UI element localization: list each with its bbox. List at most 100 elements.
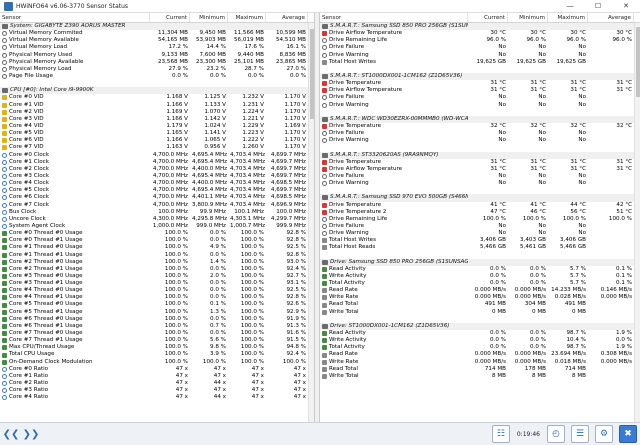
- table-row[interactable]: Core #4 Ratio 47 x 44 x 47 x 47 x: [0, 394, 314, 401]
- table-row[interactable]: Drive Failure No No No: [320, 44, 640, 51]
- table-row[interactable]: Max CPU/Thread Usage 100.0 % 9.8 % 100.0 % 9…: [0, 344, 314, 351]
- table-row[interactable]: Core #2 Ratio 47 x 44 x 47 x 47 x: [0, 380, 314, 387]
- table-row[interactable]: Core #7 Clock 4,700.0 MHz 3,800.9 MHz 4,703…: [0, 202, 314, 209]
- table-row[interactable]: Total Host Writes 19,625 GB 19,625 GB 19,62…: [320, 59, 640, 66]
- table-row[interactable]: Core #3 Ratio 47 x 47 x 47 x 47 x: [0, 387, 314, 394]
- table-row[interactable]: Read Rate 0.000 MB/s 0.000 MB/s 14.233 MB/s…: [320, 287, 640, 294]
- table-row[interactable]: Drive Temperature 31 °C 31 °C 31 °C 31 °C: [320, 159, 640, 166]
- table-row[interactable]: Core #6 Thread #0 Usage 100.0 % 0.0 % 100.0…: [0, 316, 314, 323]
- table-row[interactable]: Drive Temperature 31 °C 31 °C 31 °C 31 °C: [320, 80, 640, 87]
- table-row[interactable]: Core #0 VID 1.168 V 1.125 V 1.232 V 1.170 V: [0, 94, 314, 101]
- table-row[interactable]: Read Rate 0.000 MB/s 0.000 MB/s 23.694 MB/s…: [320, 351, 640, 358]
- table-row[interactable]: Physical Memory Used 9,133 MB 7,600 MB 9,44…: [0, 52, 314, 59]
- table-row[interactable]: Write Rate 0.000 MB/s 0.000 MB/s 0.018 MB/s…: [320, 359, 640, 366]
- close-button[interactable]: ✕: [612, 0, 640, 13]
- table-row[interactable]: Drive Airflow Temperature 30 °C 30 °C 30 °C…: [320, 30, 640, 37]
- table-row[interactable]: Virtual Memory Available 54,165 MB 53,903 …: [0, 37, 314, 44]
- back-button[interactable]: ❮❮: [2, 427, 20, 441]
- sensor-group-header[interactable]: S.M.A.R.T.: Samsung SSD 970 EVO 500GB (S…: [320, 194, 640, 202]
- col-current[interactable]: Current: [150, 13, 190, 22]
- table-row[interactable]: Core #1 Thread #1 Usage 100.0 % 0.0 % 100.0…: [0, 252, 314, 259]
- col-average[interactable]: Average: [588, 13, 634, 22]
- close-sensors-button[interactable]: ✖: [619, 425, 637, 443]
- table-row[interactable]: Total Activity 0.0 % 0.0 % 5.7 % 0.1 %: [320, 280, 640, 287]
- col-sensor[interactable]: Sensor: [320, 13, 468, 22]
- table-row[interactable]: Physical Memory Load 27.9 % 23.2 % 28.7 % 27…: [0, 66, 314, 73]
- table-row[interactable]: Core #6 VID 1.166 V 1.065 V 1.222 V 1.170 V: [0, 137, 314, 144]
- table-row[interactable]: Core #4 Thread #1 Usage 100.0 % 0.0 % 100.0…: [0, 294, 314, 301]
- table-row[interactable]: Drive Temperature 32 °C 32 °C 32 °C 32 °C: [320, 123, 640, 130]
- table-row[interactable]: Core #4 Thread #0 Usage 100.0 % 0.0 % 100.0…: [0, 287, 314, 294]
- table-row[interactable]: Drive Remaining Life 100.0 % 100.0 % 100.0 …: [320, 216, 640, 223]
- table-row[interactable]: Core #5 Thread #0 Usage 100.0 % 0.1 % 100.0…: [0, 301, 314, 308]
- table-row[interactable]: Write Activity 0.0 % 0.0 % 5.7 % 0.1 %: [320, 273, 640, 280]
- table-row[interactable]: Core #4 Clock 4,700.0 MHz 4,400.0 MHz 4,703…: [0, 180, 314, 187]
- table-row[interactable]: Core #1 Thread #0 Usage 100.0 % 4.9 % 100.0…: [0, 244, 314, 251]
- sensor-table-right[interactable]: Sensor Current Minimum Maximum Average S…: [320, 13, 640, 422]
- settings-button[interactable]: ⚙: [595, 425, 613, 443]
- sensor-table-left[interactable]: Sensor Current Minimum Maximum Average S…: [0, 13, 314, 422]
- table-row[interactable]: Core #3 VID 1.166 V 1.142 V 1.221 V 1.170 V: [0, 116, 314, 123]
- table-row[interactable]: Write Total 0 MB 0 MB 0 MB: [320, 309, 640, 316]
- col-current[interactable]: Current: [468, 13, 508, 22]
- sensor-group-header[interactable]: System: GIGABYTE Z390 AORUS MASTER: [0, 23, 314, 31]
- table-row[interactable]: Drive Warning No No No: [320, 52, 640, 59]
- table-row[interactable]: Core #5 VID 1.165 V 1.141 V 1.223 V 1.170 V: [0, 130, 314, 137]
- table-row[interactable]: Core #7 Thread #0 Usage 100.0 % 0.0 % 100.0…: [0, 330, 314, 337]
- table-row[interactable]: Core #2 Thread #0 Usage 100.0 % 1.4 % 100.0…: [0, 259, 314, 266]
- table-row[interactable]: Drive Warning No No No: [320, 102, 640, 109]
- col-sensor[interactable]: Sensor: [0, 13, 150, 22]
- table-row[interactable]: Drive Airflow Temperature 31 °C 31 °C 31 °C…: [320, 166, 640, 173]
- table-row[interactable]: Total Activity 0.0 % 0.0 % 98.7 % 1.9 %: [320, 344, 640, 351]
- table-row[interactable]: Core #0 Thread #1 Usage 100.0 % 0.0 % 100.0…: [0, 237, 314, 244]
- table-row[interactable]: Virtual Memory Load 17.2 % 14.4 % 17.6 % 16.…: [0, 44, 314, 51]
- table-row[interactable]: Drive Warning No No No: [320, 230, 640, 237]
- table-row[interactable]: Drive Failure No No No: [320, 130, 640, 137]
- table-row[interactable]: On-Demand Clock Modulation 100.0 % 100.0 %…: [0, 359, 314, 366]
- maximize-button[interactable]: ☐: [584, 0, 612, 13]
- col-maximum[interactable]: Maximum: [228, 13, 266, 22]
- table-row[interactable]: Drive Temperature 41 °C 41 °C 44 °C 42 °C: [320, 202, 640, 209]
- table-row[interactable]: Physical Memory Available 23,568 MB 23,300…: [0, 59, 314, 66]
- sensor-group-header[interactable]: Drive: Samsung SSD 850 PRO 256GB (S1SUNS…: [320, 258, 640, 266]
- sensor-group-header[interactable]: S.M.A.R.T.: ST1000DX001-1CM162 (Z1D65V36…: [320, 72, 640, 81]
- table-row[interactable]: Read Total 714 MB 178 MB 714 MB: [320, 366, 640, 373]
- table-row[interactable]: Drive Failure No No No: [320, 223, 640, 230]
- table-row[interactable]: Total CPU Usage 100.0 % 3.9 % 100.0 % 92.4 %: [0, 351, 314, 358]
- table-row[interactable]: Page File Usage 0.0 % 0.0 % 0.0 % 0.0 %: [0, 73, 314, 80]
- table-row[interactable]: System Agent Clock 1,000.0 MHz 999.0 MHz 1,…: [0, 223, 314, 230]
- table-row[interactable]: Drive Warning No No No: [320, 137, 640, 144]
- col-minimum[interactable]: Minimum: [190, 13, 228, 22]
- table-row[interactable]: Core #0 Clock 4,700.0 MHz 4,695.4 MHz 4,703…: [0, 152, 314, 159]
- scrollbar-thumb[interactable]: [636, 27, 640, 97]
- table-row[interactable]: Core #4 VID 1.179 V 1.024 V 1.229 V 1.169 V: [0, 123, 314, 130]
- table-row[interactable]: Read Activity 0.0 % 0.0 % 5.7 % 0.1 %: [320, 266, 640, 273]
- forward-button[interactable]: ❯❯: [22, 427, 40, 441]
- sensor-group-header[interactable]: CPU [#0]: Intel Core i9-9900K: [0, 87, 314, 95]
- sensor-group-header[interactable]: S.M.A.R.T.: Samsung SSD 850 PRO 256GB (S…: [320, 23, 640, 31]
- table-row[interactable]: Core #1 Ratio 47 x 47 x 47 x 47 x: [0, 373, 314, 380]
- col-average[interactable]: Average: [266, 13, 308, 22]
- table-row[interactable]: Drive Warning No No No: [320, 180, 640, 187]
- table-row[interactable]: Core #0 Ratio 47 x 47 x 47 x 47 x: [0, 366, 314, 373]
- table-row[interactable]: Drive Failure No No No: [320, 173, 640, 180]
- table-row[interactable]: Write Rate 0.000 MB/s 0.000 MB/s 0.028 MB/s…: [320, 294, 640, 301]
- table-row[interactable]: Drive Airflow Temperature 31 °C 31 °C 31 °C…: [320, 87, 640, 94]
- table-row[interactable]: Drive Failure No No No: [320, 94, 640, 101]
- table-row[interactable]: Core #6 Thread #1 Usage 100.0 % 0.7 % 100.0…: [0, 323, 314, 330]
- report-button[interactable]: ☰: [571, 425, 589, 443]
- table-row[interactable]: Write Activity 0.0 % 0.0 % 10.4 % 0.0 %: [320, 337, 640, 344]
- table-row[interactable]: Core #7 Thread #1 Usage 100.0 % 5.6 % 100.0…: [0, 337, 314, 344]
- table-row[interactable]: Read Total 491 MB 304 MB 491 MB: [320, 301, 640, 308]
- table-row[interactable]: Core #3 Clock 4,700.0 MHz 4,695.4 MHz 4,703…: [0, 173, 314, 180]
- network-button[interactable]: ☷: [491, 425, 510, 443]
- table-row[interactable]: Total Host Writes 3,406 GB 3,403 GB 3,406 G…: [320, 237, 640, 244]
- vertical-scrollbar[interactable]: [634, 23, 640, 422]
- table-row[interactable]: Core #0 Thread #0 Usage 100.0 % 0.0 % 100.0…: [0, 230, 314, 237]
- table-row[interactable]: Core #3 Thread #0 Usage 100.0 % 2.0 % 100.0…: [0, 273, 314, 280]
- table-row[interactable]: Bus Clock 100.0 MHz 99.9 MHz 100.1 MHz 100.0…: [0, 209, 314, 216]
- table-row[interactable]: Core #2 VID 1.169 V 1.070 V 1.224 V 1.170 V: [0, 109, 314, 116]
- table-row[interactable]: Drive Remaining Life 96.0 % 96.0 % 96.0 % 96…: [320, 37, 640, 44]
- table-row[interactable]: Core #3 Thread #1 Usage 100.0 % 0.0 % 100.0…: [0, 280, 314, 287]
- col-minimum[interactable]: Minimum: [508, 13, 548, 22]
